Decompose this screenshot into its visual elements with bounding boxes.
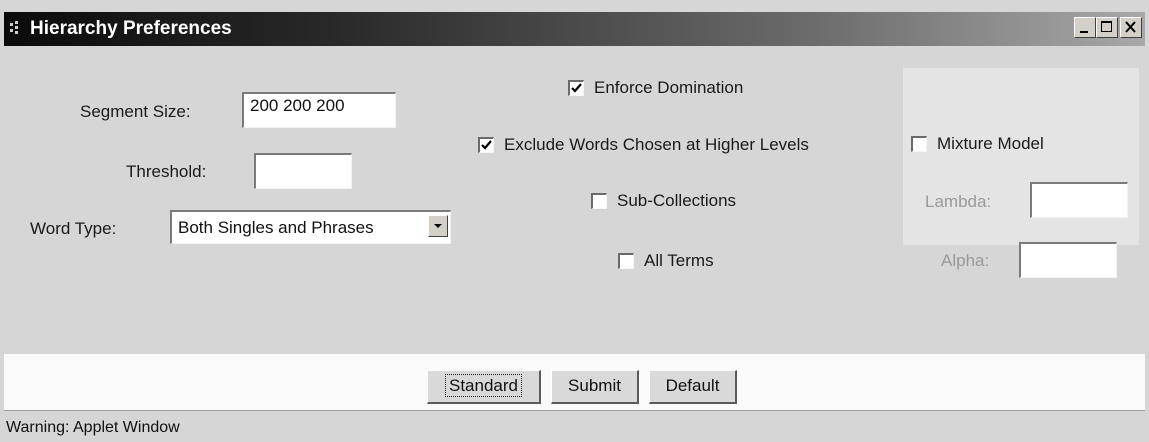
exclude-words-checkbox[interactable]: Exclude Words Chosen at Higher Levels [478,135,809,155]
sub-collections-label: Sub-Collections [617,191,737,210]
minimize-button[interactable] [1074,17,1096,38]
status-bar: Warning: Applet Window [4,410,1145,442]
close-icon [1125,21,1136,33]
standard-button-label: Standard [445,374,522,397]
lambda-field[interactable] [1030,182,1128,218]
checkbox-box[interactable] [618,253,634,269]
threshold-field[interactable] [254,153,352,189]
default-button[interactable]: Default [649,370,737,404]
status-warning-text: Warning: Applet Window [6,419,180,436]
app-icon[interactable] [10,21,24,35]
exclude-words-label: Exclude Words Chosen at Higher Levels [504,135,809,154]
segment-size-field[interactable]: 200 200 200 [242,92,396,128]
submit-button-label: Submit [568,376,621,395]
sub-collections-checkbox[interactable]: Sub-Collections [591,191,736,211]
checkbox-box[interactable] [568,80,584,96]
mixture-model-label: Mixture Model [937,134,1044,153]
word-type-label: Word Type: [30,219,117,238]
dropdown-button[interactable] [428,215,448,237]
maximize-icon [1101,21,1112,32]
title-bar[interactable]: Hierarchy Preferences [4,12,1145,46]
default-button-label: Default [665,376,720,395]
checkmark-icon [571,83,582,93]
maximize-button[interactable] [1096,17,1118,38]
mixture-model-panel: Mixture Model Lambda: Alpha: [903,68,1139,278]
enforce-domination-label: Enforce Domination [594,78,744,97]
applet-window: Hierarchy Preferences Segment Size: 200 … [0,0,1149,442]
word-type-value: Both Singles and Phrases [178,218,374,237]
segment-size-label: Segment Size: [80,102,191,121]
alpha-label: Alpha: [941,251,990,270]
checkbox-box[interactable] [591,193,607,209]
chevron-down-icon [434,224,442,228]
checkbox-box[interactable] [478,137,494,153]
checkmark-icon [481,140,492,150]
enforce-domination-checkbox[interactable]: Enforce Domination [568,78,743,98]
lambda-label: Lambda: [925,192,992,211]
button-bar: Standard Submit Default [4,354,1145,410]
word-type-dropdown[interactable]: Both Singles and Phrases [170,210,451,244]
minimize-icon [1080,31,1088,33]
all-terms-label: All Terms [644,251,714,270]
threshold-label: Threshold: [126,162,207,181]
all-terms-checkbox[interactable]: All Terms [618,251,714,271]
close-button[interactable] [1120,17,1142,38]
submit-button[interactable]: Submit [551,370,639,404]
mixture-model-checkbox[interactable]: Mixture Model [911,134,1044,154]
checkbox-box[interactable] [911,136,927,152]
window-title: Hierarchy Preferences [30,18,232,39]
standard-button[interactable]: Standard [427,370,541,404]
alpha-field[interactable] [1019,242,1117,278]
